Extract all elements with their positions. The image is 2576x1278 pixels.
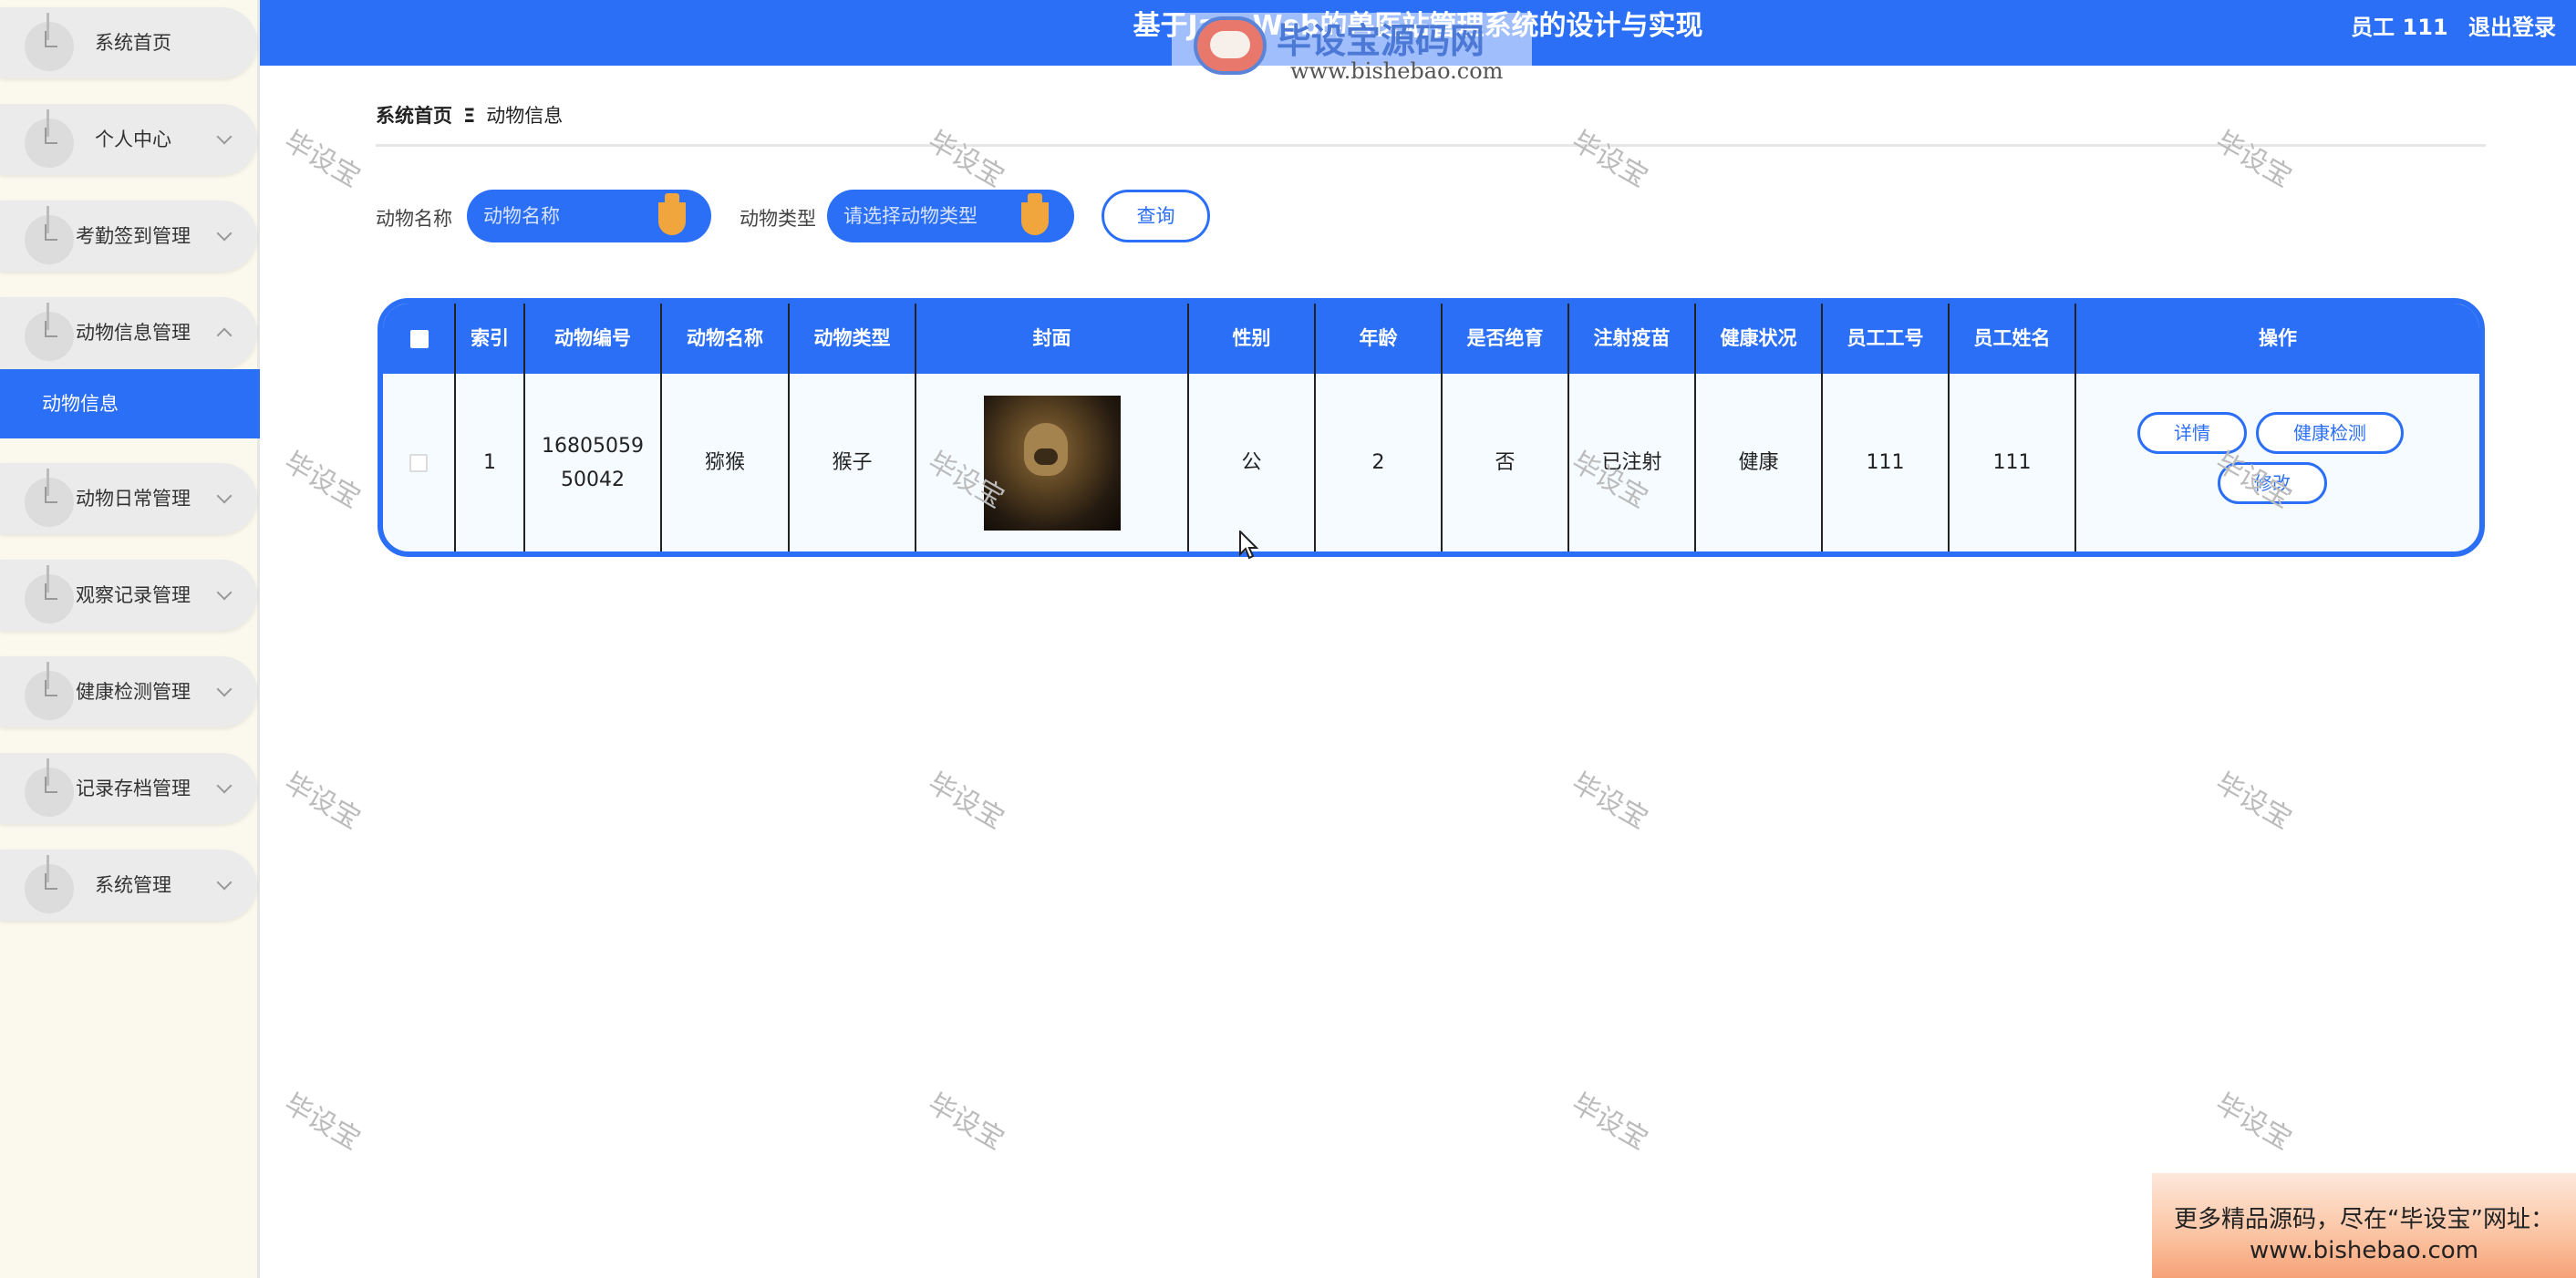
cell-actions: 详情 健康检测 修改 [2074, 374, 2479, 551]
animal-name-label: 动物名称 [376, 208, 452, 230]
sidebar-item-label: 动物信息管理 [76, 322, 191, 344]
cell-health: 健康 [1694, 374, 1821, 551]
column-header: 年龄 [1314, 304, 1441, 374]
sidebar-item-personal-center[interactable]: 个人中心 [0, 104, 257, 175]
sidebar-subitem-animal-info[interactable]: 动物信息 [0, 369, 260, 438]
sidebar-item-label: 观察记录管理 [76, 584, 191, 606]
breadcrumb-separator: Ξ [463, 105, 476, 127]
chevron-down-icon [216, 488, 233, 504]
chevron-down-icon [216, 584, 233, 601]
input-knob-icon [658, 193, 686, 235]
animal-cover-image[interactable] [983, 395, 1121, 531]
cell-staff-name: 111 [1948, 374, 2074, 551]
breadcrumb-divider [376, 144, 2486, 147]
cell-gender: 公 [1187, 374, 1314, 551]
ad-text: 更多精品源码，尽在“毕设宝”网址： [2174, 1206, 2554, 1233]
watermark: 毕设宝 [278, 1087, 366, 1157]
watermark: 毕设宝 [922, 125, 1009, 194]
watermark: 毕设宝 [278, 446, 366, 515]
ad-url: www.bishebao.com [2249, 1237, 2479, 1264]
sidebar-item-label: 个人中心 [95, 129, 171, 150]
cell-sterilized: 否 [1441, 374, 1567, 551]
sidebar-item-archive[interactable]: 记录存档管理 [0, 753, 257, 824]
column-header: 员工工号 [1821, 304, 1948, 374]
column-header: 性别 [1187, 304, 1314, 374]
chevron-down-icon [216, 129, 233, 145]
watermark: 毕设宝 [1566, 125, 1653, 194]
column-header: 注射疫苗 [1567, 304, 1694, 374]
animal-table: 索引 动物编号 动物名称 动物类型 封面 性别 年龄 是否绝育 注射疫苗 健康状… [378, 298, 2485, 557]
chevron-down-icon [216, 225, 233, 242]
column-header: 员工姓名 [1948, 304, 2074, 374]
cell-animal-no: 1680505950042 [523, 374, 660, 551]
column-header: 动物类型 [788, 304, 915, 374]
cell-age: 2 [1314, 374, 1441, 551]
chevron-down-icon [216, 778, 233, 794]
logout-button[interactable]: 退出登录 [2468, 15, 2556, 40]
select-all-checkbox[interactable] [410, 330, 429, 348]
column-header: 动物编号 [523, 304, 660, 374]
site-logo: 毕设宝源码网 www.bishebao.com [1172, 13, 1532, 84]
sidebar-item-observation[interactable]: 观察记录管理 [0, 560, 257, 631]
health-check-button[interactable]: 健康检测 [2256, 412, 2404, 454]
cell-animal-type: 猴子 [788, 374, 915, 551]
sidebar-item-health-check[interactable]: 健康检测管理 [0, 656, 257, 727]
chevron-down-icon [216, 874, 233, 891]
watermark: 毕设宝 [922, 1087, 1009, 1157]
user-name: 员工 111 [2351, 15, 2448, 40]
sidebar: 系统首页 个人中心 考勤签到管理 动物信息管理 动物信息 动物日常管理 观察记录… [0, 0, 260, 1278]
column-header: 动物名称 [660, 304, 788, 374]
sidebar-item-label: 动物日常管理 [76, 488, 191, 510]
sidebar-item-animal-info[interactable]: 动物信息管理 [0, 297, 257, 368]
watermark: 毕设宝 [922, 767, 1009, 836]
cell-staff-no: 111 [1821, 374, 1948, 551]
breadcrumb-home[interactable]: 系统首页 [376, 105, 452, 127]
logo-name: 毕设宝源码网 [1277, 21, 1485, 61]
chevron-down-icon [216, 681, 233, 697]
logo-url: www.bishebao.com [1290, 58, 1504, 84]
watermark: 毕设宝 [1566, 1087, 1653, 1157]
animal-type-placeholder: 请选择动物类型 [843, 205, 978, 227]
column-header: 封面 [915, 304, 1187, 374]
cell-animal-name: 猕猴 [660, 374, 788, 551]
sidebar-item-label: 系统首页 [95, 32, 171, 54]
column-header: 是否绝育 [1441, 304, 1567, 374]
table-header: 索引 动物编号 动物名称 动物类型 封面 性别 年龄 是否绝育 注射疫苗 健康状… [383, 304, 2479, 374]
column-header: 健康状况 [1694, 304, 1821, 374]
watermark: 毕设宝 [2209, 125, 2297, 194]
sidebar-item-animal-daily[interactable]: 动物日常管理 [0, 463, 257, 534]
ad-banner[interactable]: 更多精品源码，尽在“毕设宝”网址： www.bishebao.com [2152, 1173, 2576, 1278]
watermark: 毕设宝 [2209, 1087, 2297, 1157]
header-user-area: 员工 111 退出登录 [2338, 9, 2556, 41]
animal-type-label: 动物类型 [740, 208, 816, 230]
column-header: 操作 [2074, 304, 2479, 374]
mascot-icon [1194, 16, 1267, 75]
sidebar-item-attendance[interactable]: 考勤签到管理 [0, 201, 257, 272]
sidebar-item-home[interactable]: 系统首页 [0, 7, 257, 78]
row-checkbox-cell [383, 374, 454, 551]
sidebar-item-label: 健康检测管理 [76, 681, 191, 703]
watermark: 毕设宝 [278, 767, 366, 836]
animal-name-placeholder: 动物名称 [483, 205, 560, 227]
breadcrumb-current: 动物信息 [486, 105, 564, 127]
watermark: 毕设宝 [278, 125, 366, 194]
row-checkbox[interactable] [409, 453, 428, 472]
sidebar-item-system[interactable]: 系统管理 [0, 850, 257, 921]
breadcrumb: 系统首页 Ξ 动物信息 [376, 101, 563, 129]
chevron-up-icon [216, 327, 233, 344]
sidebar-item-label: 记录存档管理 [76, 778, 191, 799]
query-button[interactable]: 查询 [1102, 190, 1210, 242]
column-header: 索引 [454, 304, 523, 374]
input-knob-icon [1021, 193, 1049, 235]
watermark: 毕设宝 [1566, 767, 1653, 836]
cell-index: 1 [454, 374, 523, 551]
animal-name-input[interactable]: 动物名称 [467, 190, 711, 242]
animal-type-select[interactable]: 请选择动物类型 [827, 190, 1074, 242]
watermark: 毕设宝 [2209, 767, 2297, 836]
sidebar-item-label: 系统管理 [95, 874, 171, 896]
sidebar-item-label: 考勤签到管理 [76, 225, 191, 247]
